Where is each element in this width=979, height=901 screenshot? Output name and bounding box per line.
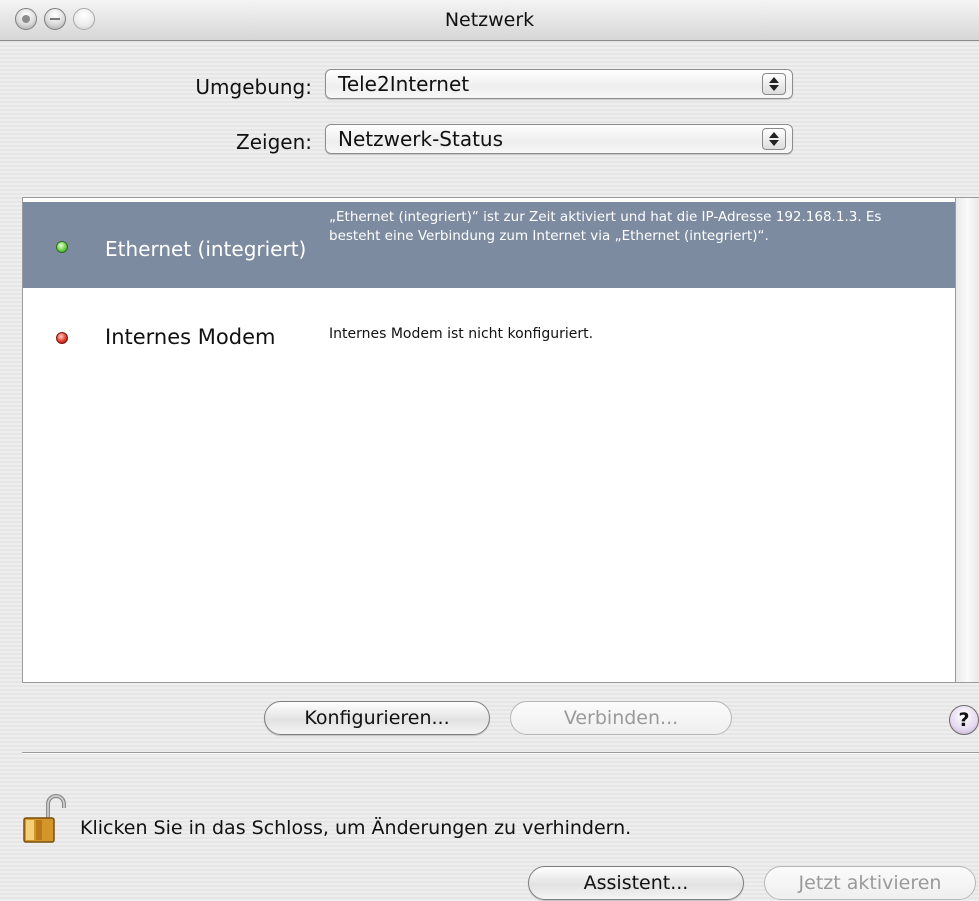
status-red-icon (56, 332, 68, 344)
service-description: Internes Modem ist nicht konfiguriert. (329, 326, 594, 342)
service-name: Internes Modem (105, 325, 276, 349)
service-description: „Ethernet (integriert)“ ist zur Zeit akt… (329, 209, 882, 244)
window-title: Netzwerk (444, 9, 535, 31)
configure-button[interactable]: Konfigurieren... (264, 701, 490, 735)
show-value: Netzwerk-Status (338, 127, 504, 151)
popup-arrows-icon (762, 128, 786, 150)
lock-hint-text: Klicken Sie in das Schloss, um Änderunge… (80, 817, 632, 839)
divider (22, 752, 979, 754)
status-green-icon (56, 241, 68, 253)
list-item-ethernet[interactable]: Ethernet (integriert) „Ethernet (integri… (23, 202, 955, 288)
list-item-modem[interactable]: Internes Modem Internes Modem ist nicht … (23, 298, 955, 358)
show-label: Zeigen: (236, 130, 312, 154)
popup-arrows-icon (762, 73, 786, 95)
location-label: Umgebung: (195, 75, 312, 99)
network-status-list[interactable]: Ethernet (integriert) „Ethernet (integri… (22, 197, 956, 683)
location-popup[interactable]: Tele2Internet (325, 69, 793, 99)
open-lock-icon[interactable] (22, 794, 66, 846)
assistant-button[interactable]: Assistent... (528, 866, 744, 900)
show-popup[interactable]: Netzwerk-Status (325, 124, 793, 154)
help-button[interactable]: ? (949, 705, 979, 735)
service-name: Ethernet (integriert) (105, 237, 307, 261)
list-scrollbar[interactable] (956, 197, 979, 683)
apply-now-button[interactable]: Jetzt aktivieren (764, 866, 976, 900)
connect-button[interactable]: Verbinden... (510, 701, 732, 735)
location-value: Tele2Internet (338, 72, 470, 96)
